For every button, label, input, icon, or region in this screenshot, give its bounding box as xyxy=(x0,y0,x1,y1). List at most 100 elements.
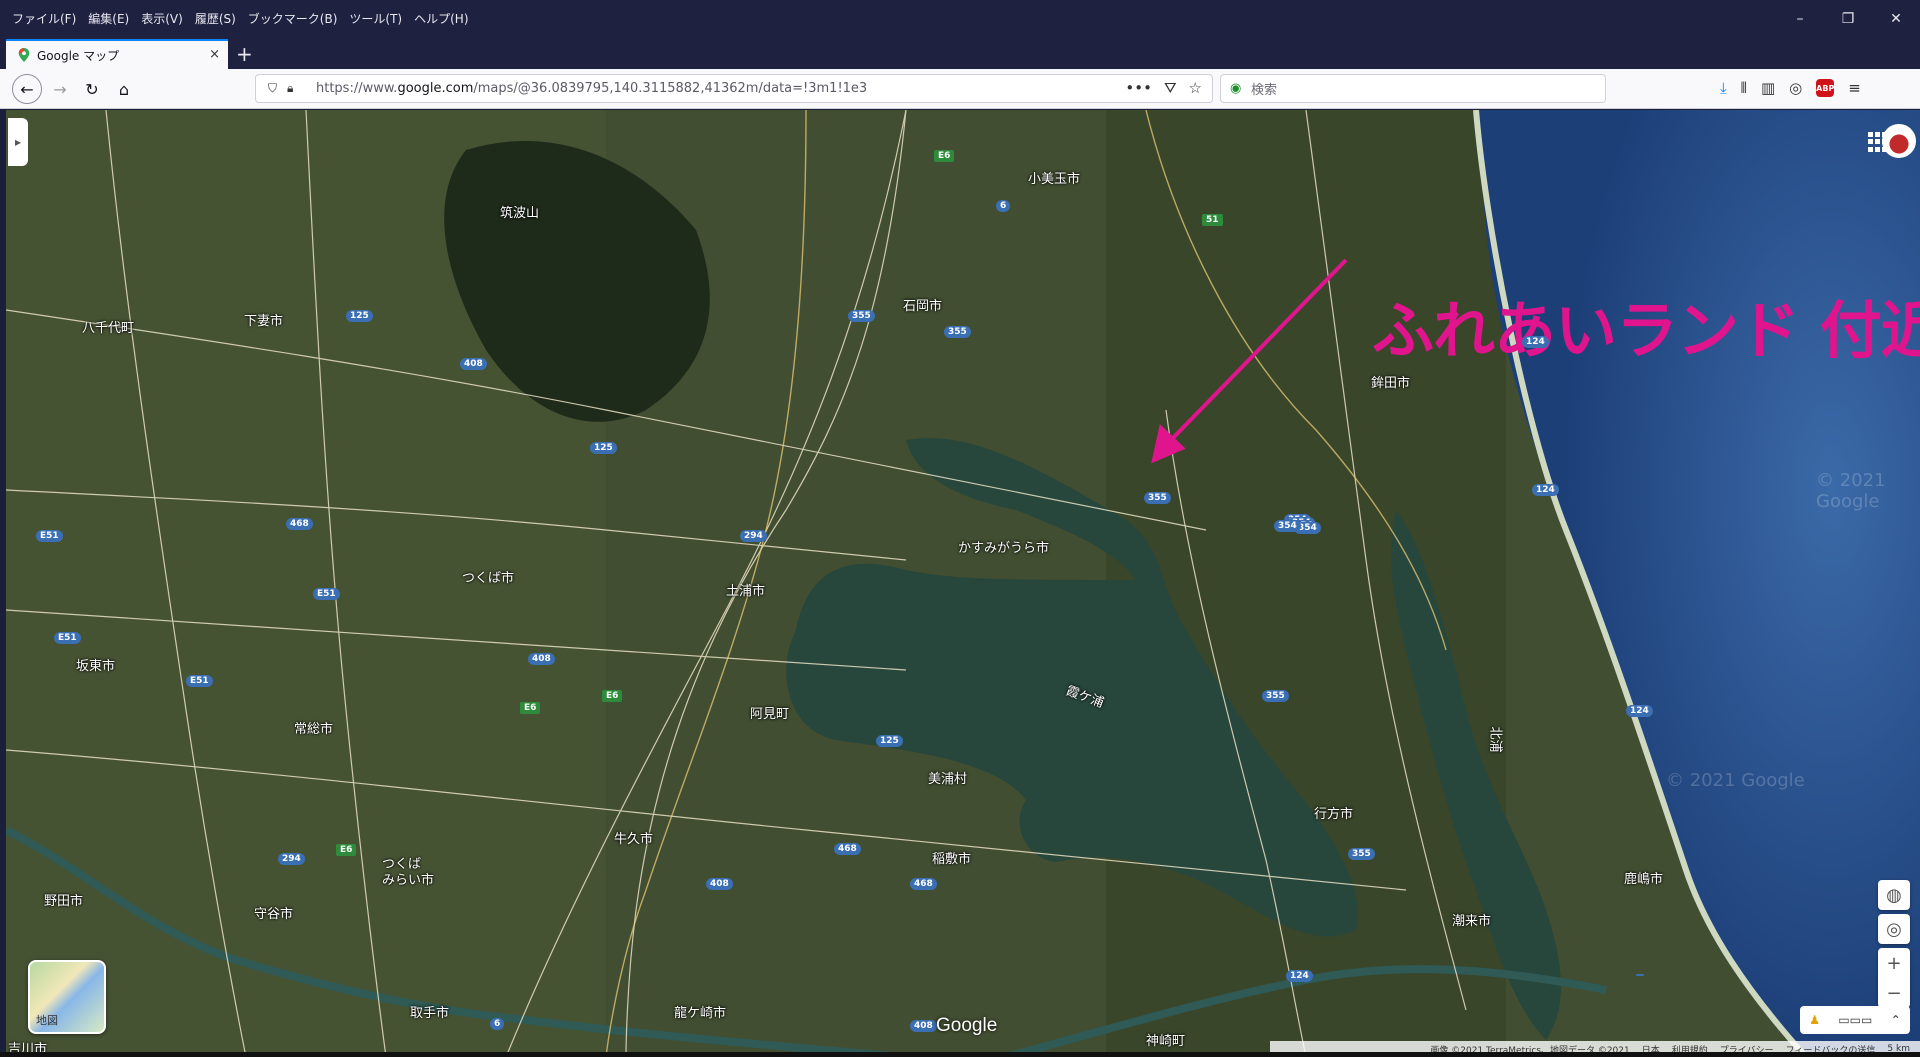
place-label[interactable]: 稲敷市 xyxy=(932,848,971,867)
route-shield: 468 xyxy=(910,878,937,890)
route-shield: E51 xyxy=(313,588,340,600)
download-icon[interactable]: ⤓ xyxy=(1720,79,1727,97)
place-label[interactable]: 鹿嶋市 xyxy=(1624,868,1663,887)
route-shield: E6 xyxy=(934,150,955,162)
restore-button[interactable]: ❐ xyxy=(1824,0,1872,37)
tab-google-maps[interactable]: Google マップ × xyxy=(6,39,228,69)
side-panel-toggle[interactable]: ▸ xyxy=(8,118,28,166)
menu-edit[interactable]: 編集(E) xyxy=(88,10,129,27)
url-path: /maps/@36.0839795,140.3115882,41362m/dat… xyxy=(473,81,868,96)
place-label[interactable]: 美浦村 xyxy=(928,768,967,787)
place-label[interactable]: 行方市 xyxy=(1314,803,1353,822)
forward-button[interactable]: → xyxy=(48,77,72,101)
tab-strip: Google マップ × + xyxy=(0,37,1920,69)
menu-file[interactable]: ファイル(F) xyxy=(12,10,76,27)
route-shield: 294 xyxy=(740,530,767,542)
satellite-map[interactable]: © 2021 Google © 2021 Google ▸ ふれあいランド 付近… xyxy=(6,110,1920,1057)
my-location-icon[interactable]: ◎ xyxy=(1878,914,1910,944)
adblock-icon[interactable]: ABP xyxy=(1816,79,1834,97)
watermark: © 2021 Google xyxy=(1816,470,1886,512)
layer-switcher-label: 地図 xyxy=(36,1014,58,1027)
place-label[interactable]: 筑波山 xyxy=(500,202,539,221)
place-label[interactable]: 龍ケ崎市 xyxy=(674,1002,726,1021)
menu-help[interactable]: ヘルプ(H) xyxy=(414,10,468,27)
tab-close-icon[interactable]: × xyxy=(209,47,220,62)
route-shield: 408 xyxy=(706,878,733,890)
pocket-icon[interactable]: ⛛ xyxy=(1164,79,1177,97)
pegman-icon[interactable]: ♟ xyxy=(1809,1013,1820,1027)
zoom-out-button[interactable]: − xyxy=(1878,978,1910,1008)
place-label[interactable]: つくば みらい市 xyxy=(382,857,434,889)
route-shield: E51 xyxy=(36,530,63,542)
url-prefix: https://www. xyxy=(316,81,398,96)
route-shield: E6 xyxy=(520,702,541,714)
search-placeholder: 検索 xyxy=(1251,83,1278,98)
back-button[interactable]: ← xyxy=(12,74,42,104)
route-shield: 125 xyxy=(876,735,903,747)
route-shield: 408 xyxy=(528,653,555,665)
imagery-panel[interactable]: ♟ ▭▭▭ ⌃ xyxy=(1800,1006,1910,1034)
route-shield: 124 xyxy=(1626,705,1653,717)
route-shield: E51 xyxy=(54,632,81,644)
page-actions-icon[interactable]: ••• xyxy=(1125,79,1152,97)
route-shield: E6 xyxy=(336,844,357,856)
place-label[interactable]: 八千代町 xyxy=(82,317,134,336)
globe-icon[interactable]: ◍ xyxy=(1878,880,1910,910)
route-shield: 408 xyxy=(910,1020,937,1032)
place-label[interactable]: 守谷市 xyxy=(254,903,293,922)
tab-title: Google マップ xyxy=(37,48,120,63)
route-shield: 355 xyxy=(1144,492,1171,504)
place-label[interactable]: 土浦市 xyxy=(726,580,765,599)
menu-bookmarks[interactable]: ブックマーク(B) xyxy=(248,10,338,27)
hamburger-menu-icon[interactable]: ≡ xyxy=(1848,79,1861,97)
search-engine-icon: ◉ xyxy=(1230,81,1242,96)
menu-history[interactable]: 履歴(S) xyxy=(195,10,236,27)
url-bar[interactable]: ⛉ 🔒︎ https://www. google.com/maps/@36.083… xyxy=(255,74,1213,103)
annotation-text: ふれあいランド 付近 xyxy=(1372,294,1920,367)
place-label[interactable]: 鉾田市 xyxy=(1371,372,1410,391)
route-shield: 124 xyxy=(1522,336,1549,348)
place-label[interactable]: 取手市 xyxy=(410,1002,449,1021)
home-button[interactable]: ⌂ xyxy=(112,77,136,101)
place-label[interactable]: 下妻市 xyxy=(244,310,283,329)
reload-button[interactable]: ↻ xyxy=(80,77,104,101)
place-label[interactable]: つくば市 xyxy=(462,567,514,586)
place-label[interactable]: 牛久市 xyxy=(614,828,653,847)
menu-view[interactable]: 表示(V) xyxy=(141,10,183,27)
lock-icon[interactable]: 🔒︎ xyxy=(287,81,293,96)
place-label[interactable]: 野田市 xyxy=(44,890,83,909)
place-label[interactable]: 阿見町 xyxy=(750,703,789,722)
account-avatar[interactable] xyxy=(1882,124,1916,158)
account-icon[interactable]: ◎ xyxy=(1789,79,1802,97)
url-domain: google.com xyxy=(397,81,474,96)
minimize-button[interactable]: – xyxy=(1776,0,1824,37)
layer-switcher[interactable]: 地図 xyxy=(28,960,106,1034)
expand-chevron-icon[interactable]: ⌃ xyxy=(1891,1013,1901,1027)
zoom-in-button[interactable]: + xyxy=(1878,948,1910,978)
window-controls: – ❐ ✕ xyxy=(1776,0,1920,37)
place-label[interactable]: かすみがうら市 xyxy=(958,537,1049,556)
place-label[interactable]: 常総市 xyxy=(294,718,333,737)
sidebar-icon[interactable]: ▥ xyxy=(1761,79,1775,97)
place-label[interactable]: 坂東市 xyxy=(76,655,115,674)
bookmark-star-icon[interactable]: ☆ xyxy=(1189,79,1202,97)
place-label[interactable]: 潮来市 xyxy=(1452,910,1491,929)
imagery-thumbnails[interactable]: ▭▭▭ xyxy=(1838,1013,1872,1027)
route-shield: 468 xyxy=(834,843,861,855)
shield-icon[interactable]: ⛉ xyxy=(268,81,277,96)
route-shield: 468 xyxy=(286,518,313,530)
new-tab-button[interactable]: + xyxy=(236,42,253,66)
maps-pin-icon xyxy=(18,48,30,62)
place-label[interactable]: 神崎町 xyxy=(1146,1030,1185,1049)
library-icon[interactable]: ⫴ xyxy=(1741,79,1747,97)
route-shield: 355 xyxy=(1348,848,1375,860)
menu-tools[interactable]: ツール(T) xyxy=(349,10,402,27)
place-label[interactable]: 小美玉市 xyxy=(1028,168,1080,187)
route-shield: 51 xyxy=(1202,214,1223,226)
search-field[interactable]: ◉ 検索 xyxy=(1220,74,1606,103)
close-window-button[interactable]: ✕ xyxy=(1872,0,1920,37)
route-shield: 354 xyxy=(1274,520,1301,532)
place-label[interactable]: 石岡市 xyxy=(903,295,942,314)
place-label[interactable]: 北浦 xyxy=(1488,726,1507,752)
zoom-controls: + − xyxy=(1878,948,1910,1008)
